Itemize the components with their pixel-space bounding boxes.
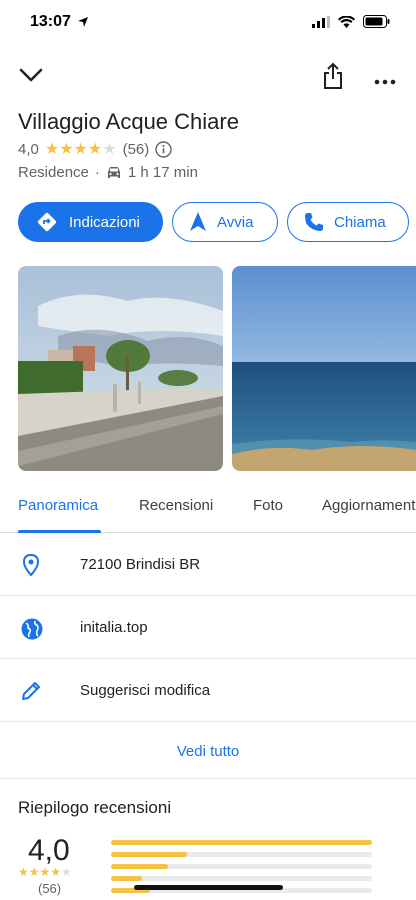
website-row[interactable]: initalia.top — [0, 597, 416, 659]
star-filled-icon: ★ — [18, 865, 29, 879]
phone-icon — [304, 212, 324, 232]
tab-photos[interactable]: Foto — [253, 497, 283, 514]
tab-updates[interactable]: Aggiornamenti — [322, 497, 416, 514]
more-options-icon[interactable] — [374, 72, 396, 90]
share-icon[interactable] — [321, 62, 345, 95]
signal-icon — [312, 15, 330, 33]
divider — [0, 778, 416, 779]
edit-pencil-icon — [20, 680, 42, 707]
place-title: Villaggio Acque Chiare — [18, 109, 239, 134]
home-indicator — [134, 885, 283, 890]
rating-bar-fill — [111, 840, 372, 845]
website-text: initalia.top — [80, 619, 148, 636]
navigation-arrow-icon — [189, 211, 207, 233]
drive-time: 1 h 17 min — [127, 164, 198, 181]
chevron-down-icon[interactable] — [18, 66, 44, 89]
summary-stars: ★ ★ ★ ★ ★ — [18, 866, 72, 878]
status-time: 13:07 — [30, 13, 71, 30]
location-pin-icon — [20, 553, 42, 583]
active-tab-indicator — [18, 530, 101, 533]
meta-row: Residence · 1 h 17 min — [18, 164, 198, 181]
start-label: Avvia — [217, 213, 254, 231]
rating-distribution[interactable] — [111, 840, 372, 900]
call-button[interactable]: Chiama — [287, 202, 409, 242]
globe-icon — [20, 617, 44, 646]
star-filled-icon: ★ — [39, 865, 51, 879]
battery-icon — [363, 15, 390, 33]
status-icons — [312, 15, 390, 33]
review-count: (56) — [122, 141, 150, 158]
photo-sea[interactable] — [232, 266, 416, 471]
wifi-icon — [338, 15, 355, 33]
see-all-link[interactable]: Vedi tutto — [0, 743, 416, 760]
star-filled-icon: ★ — [44, 140, 60, 158]
category-label: Residence — [18, 164, 89, 181]
star-filled-icon: ★ — [28, 865, 40, 879]
rating-value: 4,0 — [18, 141, 39, 158]
rating-bar-fill — [111, 876, 143, 881]
car-icon — [106, 166, 122, 180]
top-bar — [0, 58, 416, 98]
rating-bar — [111, 864, 372, 869]
star-filled-icon: ★ — [50, 865, 62, 879]
star-empty-icon: ★ — [61, 865, 72, 879]
rating-row[interactable]: 4,0 ★ ★ ★ ★ ★ (56) — [18, 141, 172, 158]
address-text: 72100 Brindisi BR — [80, 556, 201, 573]
directions-label: Indicazioni — [69, 213, 140, 231]
status-bar: 13:07 — [0, 0, 416, 46]
summary-rating: 4,0 — [28, 834, 70, 867]
location-arrow-icon — [77, 15, 89, 33]
tab-reviews[interactable]: Recensioni — [139, 497, 213, 514]
star-filled-icon: ★ — [87, 140, 103, 158]
action-buttons: Indicazioni Avvia Chiama — [18, 202, 409, 242]
star-filled-icon: ★ — [59, 140, 74, 158]
info-icon[interactable] — [155, 141, 172, 158]
rating-bar — [111, 840, 372, 845]
address-row[interactable]: 72100 Brindisi BR — [0, 534, 416, 596]
suggest-edit-row[interactable]: Suggerisci modifica — [0, 660, 416, 722]
rating-bar — [111, 876, 372, 881]
tab-bar: Panoramica Recensioni Foto Aggiornamenti — [0, 489, 416, 533]
photo-carousel[interactable] — [18, 266, 416, 471]
tab-overview[interactable]: Panoramica — [18, 497, 98, 514]
photo-street[interactable] — [18, 266, 223, 471]
meta-separator: · — [94, 164, 100, 181]
rating-bar — [111, 852, 372, 857]
directions-button[interactable]: Indicazioni — [18, 202, 163, 242]
rating-bar-fill — [111, 852, 187, 857]
suggest-edit-text: Suggerisci modifica — [80, 682, 211, 699]
reviews-summary-title: Riepilogo recensioni — [18, 798, 172, 817]
star-empty-icon: ★ — [102, 140, 117, 158]
star-filled-icon: ★ — [73, 140, 88, 158]
start-button[interactable]: Avvia — [172, 202, 278, 242]
rating-bar-fill — [111, 864, 169, 869]
summary-review-count: (56) — [38, 881, 62, 896]
rating-stars: ★ ★ ★ ★ ★ — [44, 140, 117, 158]
directions-icon — [35, 210, 59, 234]
call-label: Chiama — [334, 213, 386, 231]
